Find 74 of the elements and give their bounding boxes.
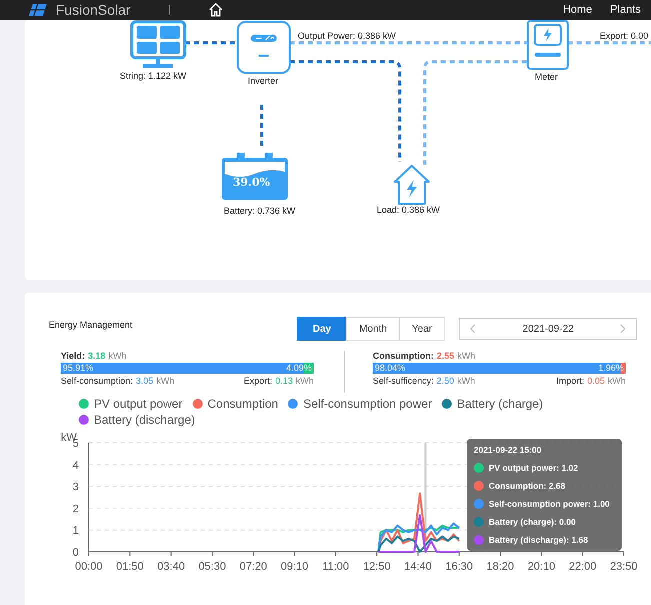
date-picker[interactable]: 2021-09-22 bbox=[459, 318, 638, 340]
chevron-right-icon[interactable] bbox=[620, 324, 626, 334]
output-power-label: Output Power: 0.386 kW bbox=[298, 31, 396, 41]
x-tick-label: 01:50 bbox=[116, 561, 144, 573]
x-tick-label: 18:20 bbox=[486, 561, 514, 573]
y-tick-label: 2 bbox=[72, 503, 79, 516]
x-tick-label: 12:50 bbox=[363, 561, 391, 573]
period-tab[interactable]: Year bbox=[399, 317, 446, 341]
battery-power-label: Battery: 0.736 kW bbox=[224, 206, 296, 216]
x-tick-label: 07:20 bbox=[240, 561, 268, 573]
battery-percentage: 39.0% bbox=[233, 176, 270, 189]
section-title: Energy Management bbox=[49, 320, 134, 330]
x-tick-label: 20:10 bbox=[528, 561, 556, 573]
chevron-left-icon[interactable] bbox=[470, 324, 476, 334]
x-tick-label: 23:50 bbox=[610, 561, 638, 573]
tooltip-row: Battery (charge): 0.00 bbox=[489, 517, 576, 527]
legend-item[interactable]: Battery (discharge) bbox=[79, 413, 196, 427]
tooltip-row: Battery (discharge): 1.68 bbox=[489, 535, 588, 545]
nav-link[interactable]: Home bbox=[563, 4, 592, 16]
x-tick-label: 14:40 bbox=[404, 561, 432, 573]
x-tick-label: 03:40 bbox=[158, 561, 186, 573]
x-tick-label: 05:30 bbox=[198, 561, 226, 573]
x-tick-label: 09:10 bbox=[281, 561, 309, 573]
tooltip-row: Consumption: 2.68 bbox=[489, 481, 566, 491]
summary-label: Self-sufficency: bbox=[373, 376, 434, 386]
inverter-label: Inverter bbox=[248, 76, 279, 86]
period-tab[interactable]: Day bbox=[297, 317, 348, 341]
summary-label: Import: bbox=[556, 376, 584, 386]
summary-value: 3.18 bbox=[88, 351, 106, 361]
legend-item[interactable]: Battery (charge) bbox=[442, 397, 544, 411]
meter-label: Meter bbox=[535, 72, 558, 82]
summary-value: 2.55 bbox=[437, 351, 455, 361]
load-power-label: Load: 0.386 kW bbox=[377, 205, 440, 215]
unit-label: kWh bbox=[156, 376, 175, 386]
x-tick-label: 00:00 bbox=[75, 561, 103, 573]
nav-link[interactable]: Plants bbox=[610, 4, 641, 16]
unit-label: kWh bbox=[458, 351, 476, 361]
flow-line bbox=[185, 42, 237, 44]
y-tick-label: 3 bbox=[72, 482, 79, 494]
summary-value: 3.05 bbox=[136, 376, 154, 386]
unit-label: kWh bbox=[457, 376, 476, 386]
tooltip-title: 2021-09-22 15:00 bbox=[474, 445, 543, 455]
tooltip-row: Self-consumption power: 1.00 bbox=[489, 499, 610, 509]
summary-value: 2.50 bbox=[436, 376, 454, 386]
percentage-label: 95.91% bbox=[63, 363, 94, 374]
legend-item[interactable]: PV output power bbox=[79, 397, 183, 411]
x-tick-label: 16:30 bbox=[446, 561, 474, 573]
solar-panel-logo-icon bbox=[28, 3, 48, 17]
unit-label: kWh bbox=[108, 351, 127, 361]
tooltip-row: PV output power: 1.02 bbox=[489, 463, 578, 473]
unit-label: kWh bbox=[608, 376, 626, 386]
brand-name: FusionSolar bbox=[56, 2, 131, 18]
y-tick-label: 4 bbox=[72, 460, 79, 472]
period-tab[interactable]: Month bbox=[346, 317, 400, 341]
x-tick-label: 11:00 bbox=[322, 561, 350, 573]
summary-label: Consumption: bbox=[373, 351, 434, 361]
house-lightning-icon bbox=[394, 165, 430, 205]
battery-icon bbox=[222, 153, 288, 200]
legend-item[interactable]: Self-consumption power bbox=[288, 397, 432, 411]
export-power-label: Export: 0.00 bbox=[600, 31, 649, 41]
x-tick-label: 22:00 bbox=[569, 561, 597, 573]
legend-item[interactable]: Consumption bbox=[192, 397, 278, 411]
percentage-label: 98.04% bbox=[375, 363, 406, 374]
summary-label: Self-consumption: bbox=[61, 376, 134, 386]
home-icon[interactable] bbox=[208, 3, 224, 17]
y-tick-label: 1 bbox=[72, 525, 79, 538]
summary-value: 0.05 bbox=[587, 376, 605, 386]
solar-panel-icon bbox=[130, 20, 186, 68]
summary-label: Export: bbox=[244, 376, 272, 386]
summary-value: 0.13 bbox=[275, 376, 293, 386]
unit-label: kWh bbox=[296, 376, 314, 386]
summary-label: Yield: bbox=[61, 351, 86, 361]
y-tick-label: 0 bbox=[72, 547, 79, 559]
string-power-label: String: 1.122 kW bbox=[120, 71, 187, 81]
